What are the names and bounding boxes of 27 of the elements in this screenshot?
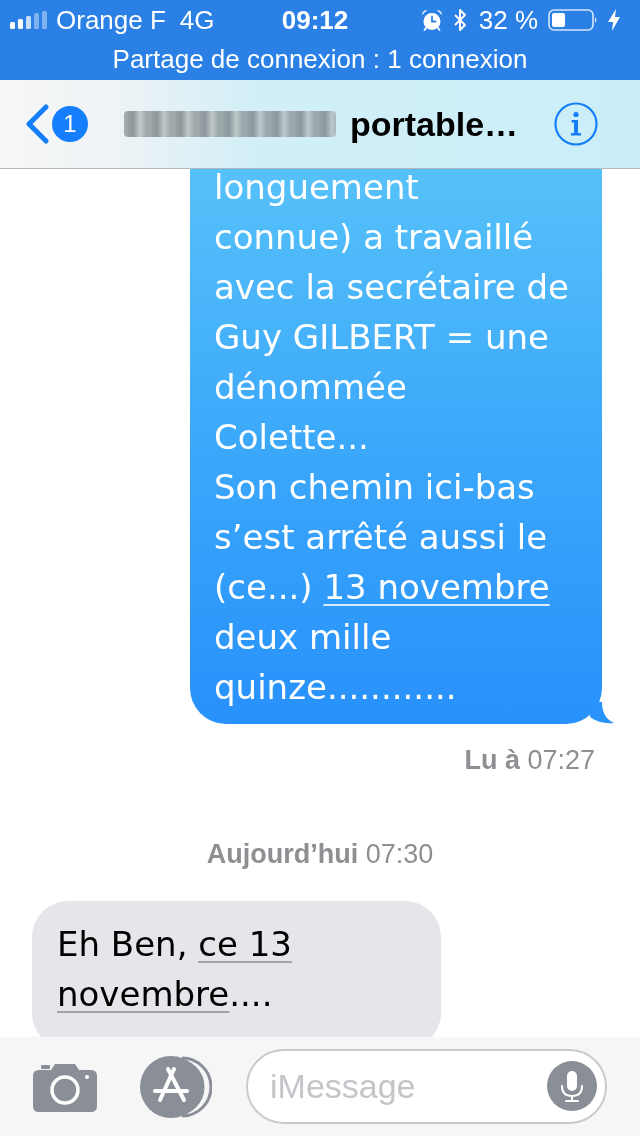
battery-percentage: 32 % — [478, 4, 538, 36]
camera-icon[interactable] — [33, 1061, 97, 1112]
unread-badge: 1 — [52, 106, 88, 142]
date-link[interactable]: 13 novembre — [323, 567, 550, 607]
message-input-field[interactable]: iMessage — [246, 1049, 607, 1124]
blurred-redaction-icon — [124, 111, 336, 137]
date-link[interactable]: ce 13 — [198, 924, 292, 964]
date-link[interactable]: novembre — [57, 974, 230, 1014]
bluetooth-icon — [452, 8, 467, 32]
bubble-tail-icon — [590, 702, 614, 724]
read-receipt: Lu à 07:27 — [464, 744, 595, 777]
conversation-title: portable… — [350, 104, 519, 144]
info-icon[interactable] — [554, 102, 598, 146]
hotspot-banner-text[interactable]: Partage de connexion : 1 connexion — [112, 43, 528, 75]
microphone-icon[interactable] — [547, 1061, 597, 1111]
chevron-left-icon — [24, 104, 50, 144]
network-type: 4G — [179, 4, 215, 36]
message-text: Eh Ben, ce 13 novembre.... — [57, 923, 293, 1016]
carrier-name: Orange F — [56, 4, 166, 36]
alarm-clock-icon — [420, 9, 443, 31]
signal-bars-icon — [10, 11, 50, 29]
back-button[interactable]: 1 — [24, 104, 88, 144]
status-time: 09:12 — [281, 4, 349, 36]
timestamp: Aujourd’hui 07:30 — [206, 838, 434, 871]
message-text: longuement connue) a travaillé avec la secrétaire de Guy GILBERT = une dénommée Colette... Son chemin ici-bas s’est arrêté aussi le (ce...) 13 novembre deux mille quinze............ — [214, 169, 570, 709]
battery-icon — [548, 9, 598, 31]
app-store-icon[interactable] — [140, 1055, 212, 1118]
